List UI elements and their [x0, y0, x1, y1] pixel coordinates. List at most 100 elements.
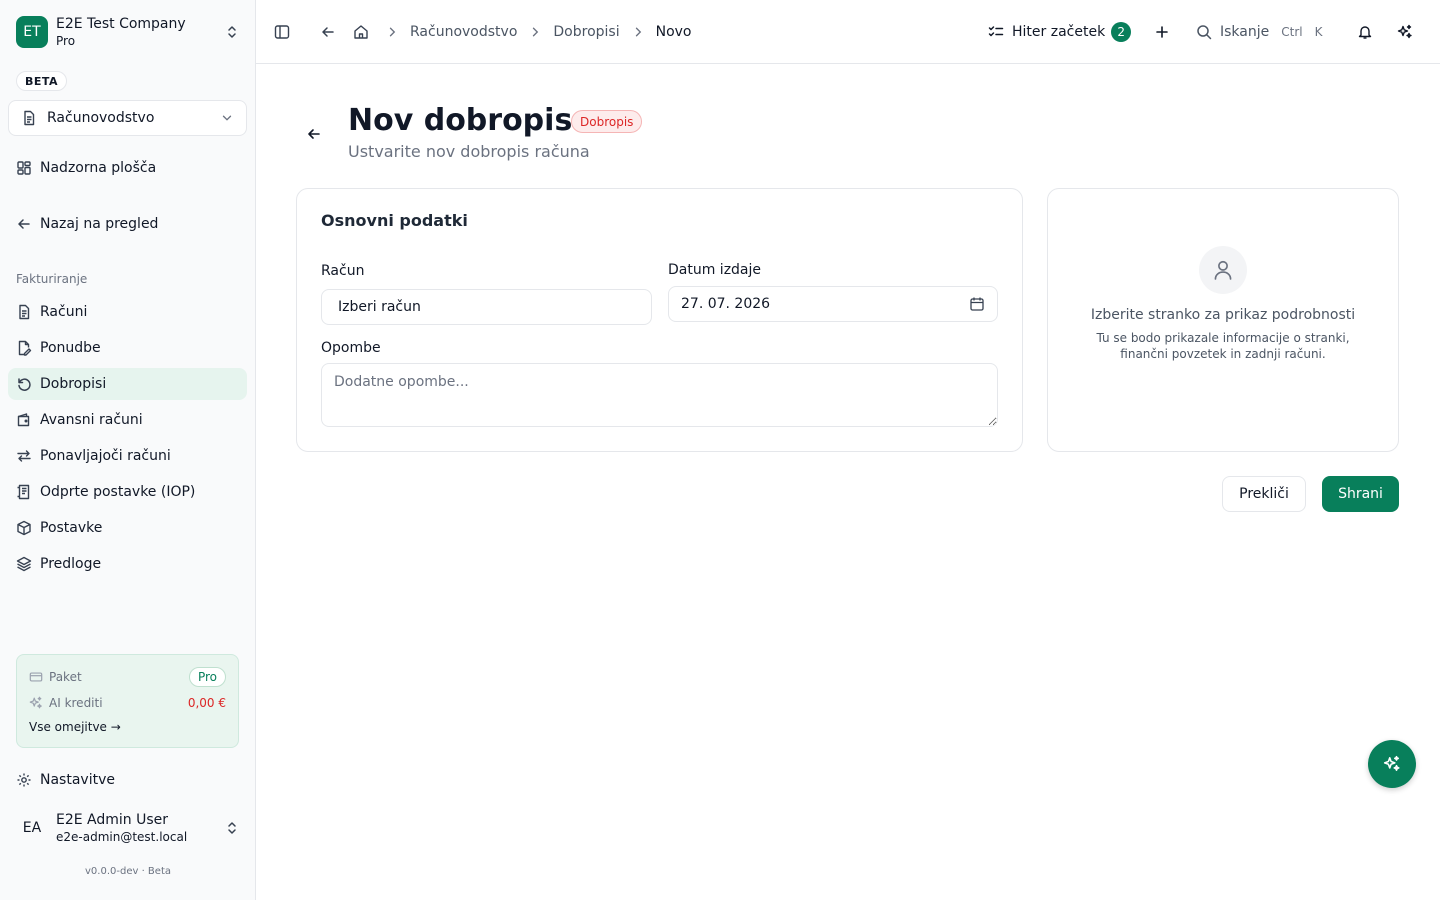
sidebar-item-back-to-overview[interactable]: Nazaj na pregled [8, 208, 247, 240]
all-limits-link[interactable]: Vse omejitve → [29, 720, 121, 734]
sidebar-item-recurring-invoices[interactable]: Ponavljajoči računi [8, 440, 247, 472]
sidebar-item-invoices[interactable]: Računi [8, 296, 247, 328]
sidebar-section-invoicing: Fakturiranje [16, 272, 88, 286]
arrow-left-icon [16, 216, 32, 232]
company-switcher[interactable]: ET E2E Test Company Pro [8, 8, 248, 56]
sidebar-item-credit-notes[interactable]: Dobropisi [8, 368, 247, 400]
arrow-left-icon [306, 126, 322, 142]
chevron-right-icon [529, 26, 541, 38]
chevrons-up-down-icon [224, 24, 240, 40]
sidebar-item-label: Predloge [40, 556, 102, 572]
home-button[interactable] [349, 20, 373, 44]
module-select-label: Računovodstvo [47, 110, 155, 126]
company-info: E2E Test Company Pro [56, 15, 224, 49]
arrow-left-icon [320, 24, 336, 40]
breadcrumb: Računovodstvo Dobropisi Novo [374, 0, 692, 64]
sidebar-item-advance-invoices[interactable]: Avansni računi [8, 404, 247, 436]
sidebar-item-label: Odprte postavke (IOP) [40, 484, 196, 500]
sidebar-item-dashboard[interactable]: Nadzorna plošča [8, 152, 247, 184]
customer-details-card: Izberite stranko za prikaz podrobnosti T… [1047, 188, 1399, 452]
sidebar-item-label: Dobropisi [40, 376, 107, 392]
sidebar-item-label: Nazaj na pregled [40, 216, 159, 232]
sidebar-toggle-icon [274, 24, 290, 40]
shortcut-key: K [1314, 25, 1323, 39]
invoice-label: Račun [321, 263, 365, 279]
issue-date-field[interactable]: 27. 07. 2026 [668, 286, 998, 322]
save-button[interactable]: Shrani [1322, 476, 1399, 512]
quick-start-button[interactable]: Hiter začetek 2 [988, 18, 1132, 46]
wallet-icon [16, 412, 32, 428]
checklist-icon [988, 24, 1004, 40]
repeat-icon [16, 448, 32, 464]
issue-date-value: 27. 07. 2026 [681, 296, 771, 312]
shortcut-modifier: Ctrl [1281, 25, 1303, 39]
module-select[interactable]: Računovodstvo [8, 100, 247, 136]
layers-icon [16, 556, 32, 572]
user-email: e2e-admin@test.local [56, 830, 188, 844]
user-name: E2E Admin User [56, 812, 169, 828]
page-title: Nov dobropis [348, 103, 573, 138]
company-plan: Pro [56, 34, 76, 48]
toggle-sidebar-button[interactable] [270, 20, 294, 44]
undo-icon [16, 376, 32, 392]
basic-info-card: Osnovni podatki Račun Izberi račun Datum… [296, 188, 1023, 452]
search-icon [1196, 24, 1212, 40]
sidebar-item-label: Nadzorna plošča [40, 160, 157, 176]
ai-assistant-button[interactable] [1393, 20, 1417, 44]
sparkles-icon [29, 696, 43, 710]
document-icon [21, 110, 37, 126]
card-title: Osnovni podatki [321, 211, 468, 230]
top-header: Računovodstvo Dobropisi Novo Hiter začet… [256, 0, 1440, 64]
company-logo: ET [16, 16, 48, 48]
sidebar-item-label: Ponavljajoči računi [40, 448, 171, 464]
add-button[interactable] [1150, 20, 1174, 44]
page-back-button[interactable] [302, 122, 326, 146]
sidebar-item-quotes[interactable]: Ponudbe [8, 332, 247, 364]
notes-label: Opombe [321, 340, 381, 356]
receipt-icon [16, 484, 32, 500]
invoice-select-value: Izberi račun [338, 299, 421, 315]
calendar-icon[interactable] [969, 296, 985, 312]
plan-badge: Pro [188, 667, 226, 687]
sidebar-item-label: Avansni računi [40, 412, 143, 428]
chevron-down-icon [220, 111, 234, 125]
chevron-right-icon [386, 26, 398, 38]
document-type-badge: Dobropis [571, 110, 643, 133]
sidebar-item-label: Ponudbe [40, 340, 101, 356]
ai-assistant-fab[interactable] [1368, 740, 1416, 788]
home-icon [353, 24, 369, 40]
gear-icon [16, 772, 32, 788]
sidebar-item-open-items[interactable]: Odprte postavke (IOP) [8, 476, 247, 508]
plus-icon [1154, 24, 1170, 40]
customer-empty-description: Tu se bodo prikazale informacije o stran… [1096, 331, 1350, 361]
notifications-button[interactable] [1353, 20, 1377, 44]
sidebar: ET E2E Test Company Pro BETA Računovodst… [0, 0, 256, 900]
breadcrumb-accounting[interactable]: Računovodstvo [410, 24, 517, 40]
issue-date-label: Datum izdaje [668, 262, 762, 278]
nav-back-button[interactable] [316, 20, 340, 44]
dashboard-icon [16, 160, 32, 176]
sidebar-item-items[interactable]: Postavke [8, 512, 247, 544]
app-version: v0.0.0-dev · Beta [85, 866, 171, 877]
quick-start-label: Hiter začetek [1012, 24, 1106, 40]
plan-card: Paket Pro AI krediti 0,00 € Vse omejitve… [16, 654, 239, 748]
notes-textarea[interactable] [321, 363, 998, 427]
chevrons-up-down-icon [224, 820, 240, 836]
sidebar-item-label: Računi [40, 304, 88, 320]
cancel-button[interactable]: Prekliči [1222, 476, 1306, 512]
search-button[interactable]: Iskanje Ctrl K [1196, 18, 1322, 46]
sidebar-item-label: Postavke [40, 520, 103, 536]
file-icon [16, 304, 32, 320]
invoice-select[interactable]: Izberi račun [321, 289, 652, 325]
user-info: E2E Admin User e2e-admin@test.local [56, 811, 224, 845]
ai-credits-value: 0,00 € [187, 696, 226, 710]
sidebar-item-label: Nastavitve [40, 772, 115, 788]
user-menu[interactable]: EA E2E Admin User e2e-admin@test.local [8, 806, 248, 850]
sidebar-item-settings[interactable]: Nastavitve [8, 764, 247, 796]
chevron-right-icon [632, 26, 644, 38]
bell-icon [1357, 24, 1373, 40]
sidebar-item-templates[interactable]: Predloge [8, 548, 247, 580]
package-icon [16, 520, 32, 536]
breadcrumb-credit-notes[interactable]: Dobropisi [553, 24, 619, 40]
customer-empty-title: Izberite stranko za prikaz podrobnosti [1090, 307, 1356, 323]
